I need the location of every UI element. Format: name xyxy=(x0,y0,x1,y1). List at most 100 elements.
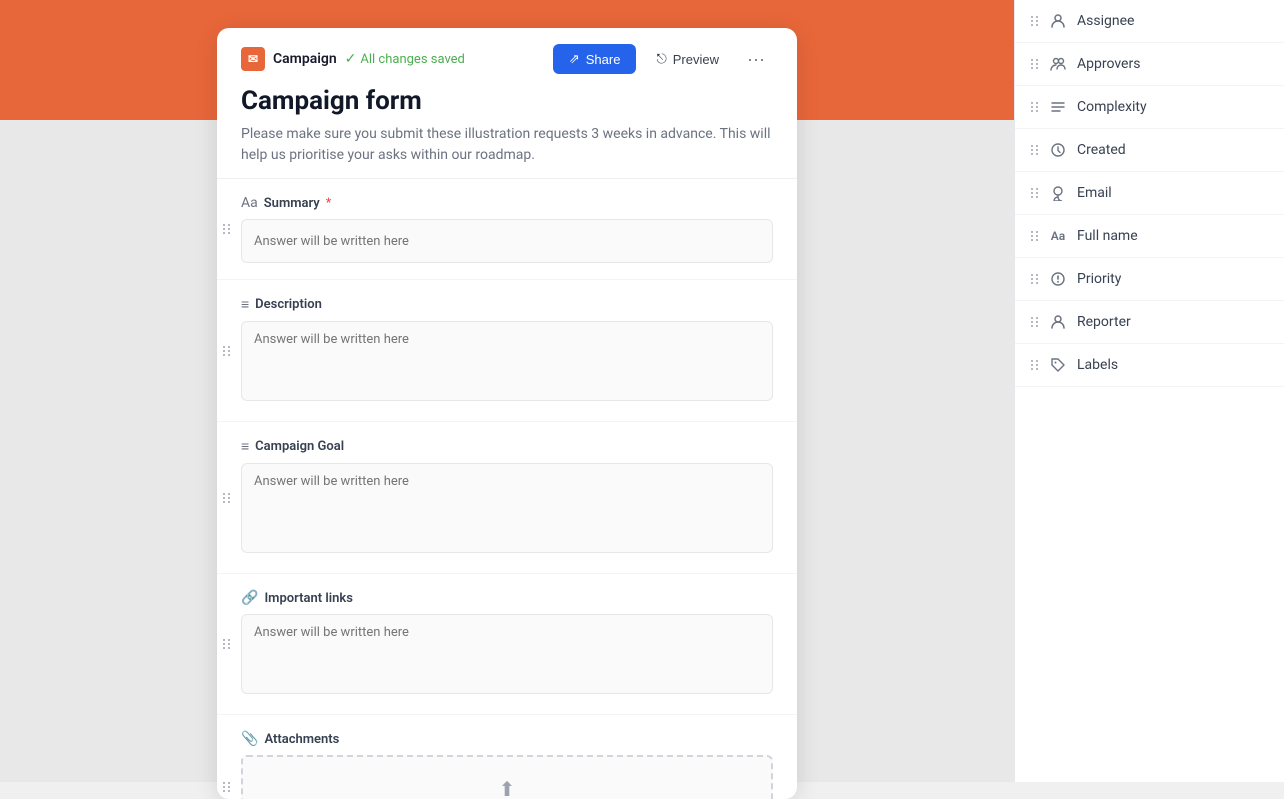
summary-type-icon: Aa xyxy=(241,195,258,211)
drag-dot xyxy=(228,790,230,792)
drag-dot xyxy=(223,497,225,499)
brand-name: Campaign xyxy=(273,51,337,67)
sidebar-item-assignee[interactable]: Assignee xyxy=(1015,0,1284,43)
drag-dot xyxy=(1031,321,1033,323)
share-button[interactable]: ⇗ Share xyxy=(553,44,637,74)
upload-icon: ⬆ xyxy=(499,777,516,799)
sidebar-drag-created xyxy=(1031,145,1039,155)
sidebar-item-labels[interactable]: Labels xyxy=(1015,344,1284,387)
full-name-label: Full name xyxy=(1077,228,1138,244)
check-icon: ✓ xyxy=(345,51,357,67)
drag-handle-summary[interactable] xyxy=(223,224,231,234)
drag-dot xyxy=(1031,360,1033,362)
labels-icon xyxy=(1049,356,1067,374)
brand-icon: ✉ xyxy=(241,47,265,71)
drag-dot xyxy=(1036,239,1038,241)
drag-dot xyxy=(1036,278,1038,280)
drag-dot xyxy=(1036,274,1038,276)
right-sidebar: Assignee Approvers xyxy=(1014,0,1284,782)
summary-label-row: Aa Summary * xyxy=(241,195,773,211)
drag-dot xyxy=(1036,106,1038,108)
drag-dot xyxy=(1031,239,1033,241)
sidebar-drag-assignee xyxy=(1031,16,1039,26)
share-icon: ⇗ xyxy=(569,51,580,67)
drag-dot xyxy=(223,354,225,356)
drag-dot xyxy=(1031,325,1033,327)
summary-label: Summary xyxy=(264,196,320,211)
drag-dot xyxy=(228,228,230,230)
drag-dots xyxy=(223,639,231,649)
drag-dot xyxy=(228,346,230,348)
form-body: Aa Summary * xyxy=(217,179,797,799)
drag-dot xyxy=(228,639,230,641)
saved-status: ✓ All changes saved xyxy=(345,51,465,67)
form-description: Please make sure you submit these illust… xyxy=(241,124,773,166)
drag-dot xyxy=(1036,102,1038,104)
sidebar-item-full-name[interactable]: Aa Full name xyxy=(1015,215,1284,258)
field-section-summary: Aa Summary * xyxy=(217,179,797,280)
drag-dot xyxy=(1036,231,1038,233)
drag-dot xyxy=(1036,360,1038,362)
sidebar-item-priority[interactable]: Priority xyxy=(1015,258,1284,301)
form-header: ✉ Campaign ✓ All changes saved ⇗ Share ⎋… xyxy=(217,28,797,179)
sidebar-item-approvers[interactable]: Approvers xyxy=(1015,43,1284,86)
drag-dot xyxy=(228,354,230,356)
drag-dot xyxy=(1031,235,1033,237)
created-label: Created xyxy=(1077,142,1126,158)
drag-dot xyxy=(223,790,225,792)
sidebar-drag-full-name xyxy=(1031,231,1039,241)
important-links-input[interactable] xyxy=(241,614,773,694)
description-input[interactable] xyxy=(241,321,773,401)
drag-dot xyxy=(1031,274,1033,276)
drag-dot xyxy=(1036,317,1038,319)
drag-dots xyxy=(223,493,231,503)
drag-dot xyxy=(1031,24,1033,26)
sidebar-item-reporter[interactable]: Reporter xyxy=(1015,301,1284,344)
sidebar-item-created[interactable]: Created xyxy=(1015,129,1284,172)
drag-handle-important-links[interactable] xyxy=(223,639,231,649)
reporter-label: Reporter xyxy=(1077,314,1131,330)
drag-dot xyxy=(1031,63,1033,65)
drag-dot xyxy=(1031,192,1033,194)
drag-dot xyxy=(1036,325,1038,327)
sidebar-item-complexity[interactable]: Complexity xyxy=(1015,86,1284,129)
sidebar-item-email[interactable]: Email xyxy=(1015,172,1284,215)
drag-dots xyxy=(223,782,231,792)
reporter-icon xyxy=(1049,313,1067,331)
drag-dot xyxy=(1031,59,1033,61)
drag-dot xyxy=(1036,16,1038,18)
drag-dot xyxy=(1031,20,1033,22)
summary-input[interactable] xyxy=(241,219,773,263)
form-actions: ⇗ Share ⎋ Preview ··· xyxy=(553,44,773,74)
drag-dot xyxy=(223,346,225,348)
attachments-dropzone[interactable]: ⬆ Attachments will be uploaded here xyxy=(241,755,773,799)
campaign-goal-input[interactable] xyxy=(241,463,773,553)
drag-dot xyxy=(1031,106,1033,108)
drag-dot xyxy=(223,232,225,234)
description-type-icon: ≡ xyxy=(241,296,249,313)
drag-handle-campaign-goal[interactable] xyxy=(223,493,231,503)
drag-handle-attachments[interactable] xyxy=(223,782,231,792)
email-icon xyxy=(1049,184,1067,202)
saved-label: All changes saved xyxy=(360,52,465,67)
drag-dot xyxy=(1031,282,1033,284)
campaign-goal-type-icon: ≡ xyxy=(241,438,249,455)
drag-dot xyxy=(1031,110,1033,112)
drag-handle-description[interactable] xyxy=(223,346,231,356)
full-name-icon: Aa xyxy=(1049,227,1067,245)
share-label: Share xyxy=(586,52,621,67)
more-button[interactable]: ··· xyxy=(739,45,773,74)
drag-dot xyxy=(228,497,230,499)
drag-dot xyxy=(1036,192,1038,194)
sidebar-drag-reporter xyxy=(1031,317,1039,327)
drag-dot xyxy=(1031,67,1033,69)
field-section-description: ≡ Description xyxy=(217,280,797,422)
field-section-campaign-goal: ≡ Campaign Goal xyxy=(217,422,797,574)
sidebar-drag-approvers xyxy=(1031,59,1039,69)
drag-dot xyxy=(228,647,230,649)
preview-button[interactable]: ⎋ Preview xyxy=(644,44,731,74)
drag-dot xyxy=(228,350,230,352)
approvers-label: Approvers xyxy=(1077,56,1140,72)
campaign-goal-label: Campaign Goal xyxy=(255,439,344,454)
complexity-label: Complexity xyxy=(1077,99,1147,115)
